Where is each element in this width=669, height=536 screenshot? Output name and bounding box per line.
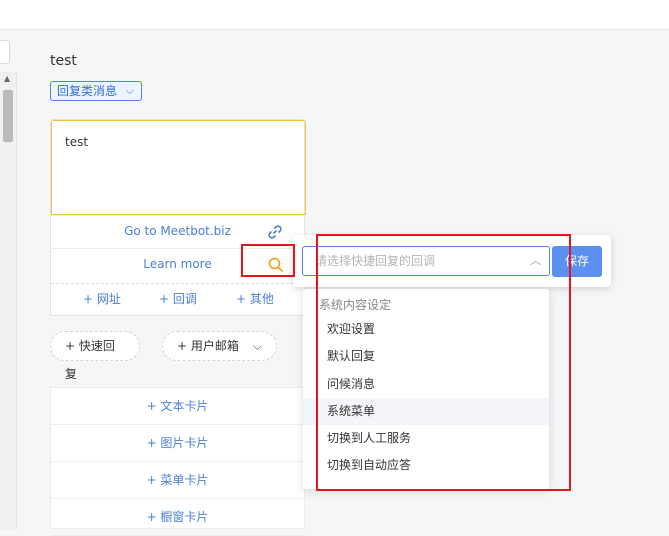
message-title: test — [50, 53, 77, 69]
highlight-box — [316, 234, 571, 491]
scroll-up-icon[interactable]: ▲ — [4, 75, 10, 83]
add-showcase-card-button[interactable]: + 橱窗卡片 — [51, 499, 304, 536]
add-image-card-button[interactable]: + 图片卡片 — [51, 425, 304, 462]
top-bar — [0, 0, 669, 30]
quick-reply-button[interactable]: + 快速回复 — [50, 331, 140, 381]
add-button-options: + 网址 + 回调 + 其他 — [51, 283, 304, 316]
link-icon[interactable] — [267, 224, 283, 240]
highlight-box — [241, 244, 295, 277]
card-type-list: + 文本卡片 + 图片卡片 + 菜单卡片 + 橱窗卡片 — [50, 387, 305, 536]
message-text-area[interactable]: test — [51, 120, 306, 215]
chevron-down-icon: ⌵ — [252, 339, 262, 353]
message-button-label: Go to Meetbot.biz — [124, 224, 231, 238]
add-text-card-button[interactable]: + 文本卡片 — [51, 388, 304, 425]
message-card: test Go to Meetbot.biz Learn more + 网址 +… — [50, 119, 306, 316]
message-type-label: 回复类消息 — [57, 84, 118, 98]
add-callback-button[interactable]: + 回调 — [159, 284, 197, 315]
quick-reply-label: + 快速回复 — [65, 339, 115, 381]
add-url-button[interactable]: + 网址 — [83, 284, 121, 315]
scrollbar[interactable]: ▲ — [0, 72, 17, 529]
user-email-label: + 用户邮箱 — [177, 339, 239, 353]
user-email-dropdown[interactable]: + 用户邮箱 ⌵ — [162, 331, 277, 361]
message-button-label: Learn more — [143, 257, 212, 271]
chevron-down-icon: ⌵ — [125, 84, 134, 97]
message-type-select[interactable]: 回复类消息 ⌵ — [50, 81, 142, 101]
add-other-button[interactable]: + 其他 — [236, 284, 274, 315]
add-menu-card-button[interactable]: + 菜单卡片 — [51, 462, 304, 499]
sidebar-search-input[interactable] — [0, 40, 10, 64]
scrollbar-thumb[interactable] — [3, 90, 13, 142]
